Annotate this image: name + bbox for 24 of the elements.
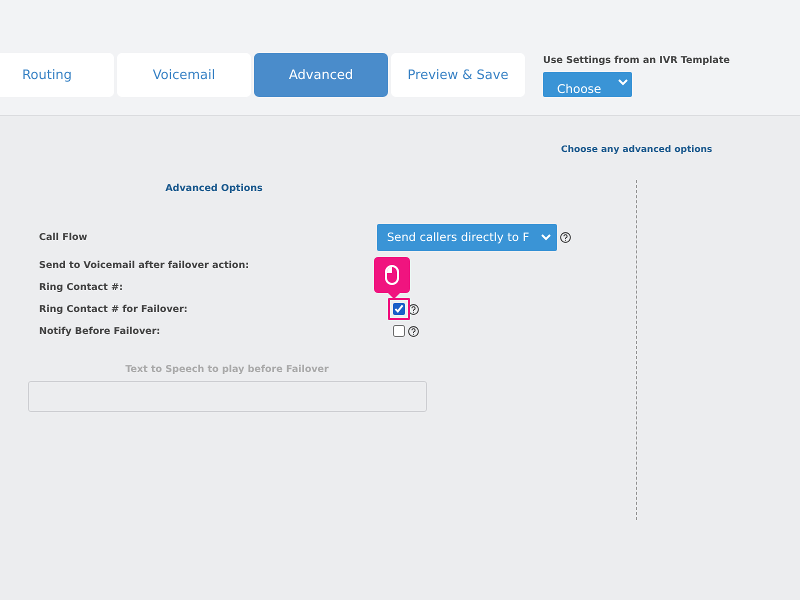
field-label: Text to Speech to play before Failover	[124, 364, 330, 375]
checkbox[interactable]	[393, 303, 405, 315]
caret-icon	[541, 234, 551, 240]
option-label: Ring Contact #:	[39, 282, 124, 292]
text-to-speech-field[interactable]	[28, 381, 427, 412]
tab[interactable]: Routing	[0, 53, 114, 97]
mouse-icon	[385, 265, 399, 285]
section-title: Advanced Options	[164, 183, 264, 194]
option-label: Call Flow	[39, 232, 88, 242]
option-label: Ring Contact # for Failover:	[39, 304, 189, 314]
tab[interactable]: Preview & Save	[391, 53, 525, 97]
tab[interactable]: Voicemail	[117, 53, 251, 97]
tab[interactable]: Advanced	[254, 53, 388, 97]
call-flow-select[interactable]: Send callers directly to F	[377, 224, 557, 250]
hint-text: Choose any advanced options	[561, 145, 712, 155]
option-label: Send to Voicemail after failover action:	[39, 260, 250, 270]
checkbox[interactable]	[393, 325, 405, 337]
help-icon[interactable]	[408, 304, 419, 314]
template-label: Use Settings from an IVR Template	[543, 55, 730, 66]
option-label: Notify Before Failover:	[39, 326, 162, 336]
help-icon[interactable]	[560, 232, 571, 242]
template-select[interactable]: Choose	[543, 72, 632, 97]
help-icon[interactable]	[408, 326, 419, 336]
caret-icon	[618, 79, 628, 86]
